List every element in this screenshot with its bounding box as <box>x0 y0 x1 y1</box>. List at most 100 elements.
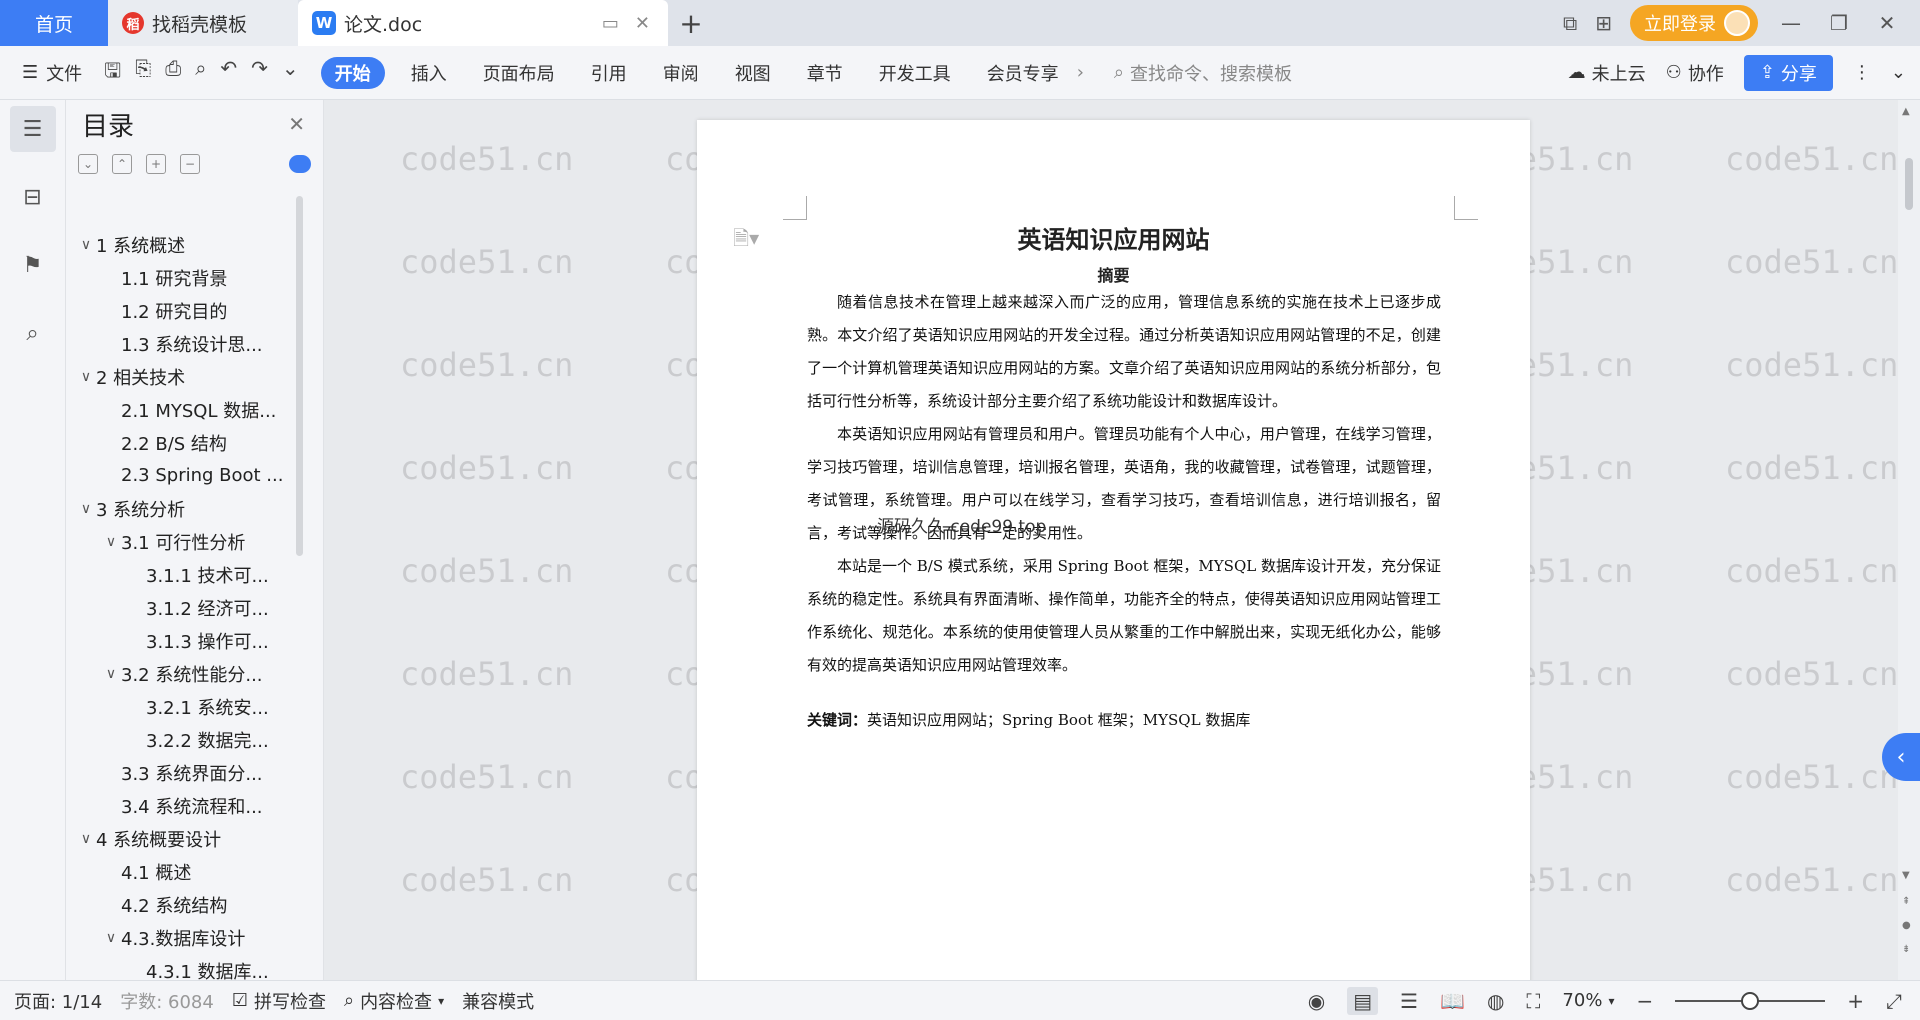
tab-document[interactable]: W 论文.doc ▭ ✕ <box>298 0 668 46</box>
prev-page-icon[interactable]: ⇞ <box>1902 896 1910 907</box>
toc-item[interactable]: ∨ 3 系统分析 <box>76 492 308 525</box>
zoom-slider[interactable] <box>1675 991 1826 1010</box>
file-menu-button[interactable]: ☰ 文件 <box>0 60 104 86</box>
toc-item[interactable]: ∨ 3.1 可行性分析 <box>76 525 308 558</box>
more-options-icon[interactable]: ⋮ <box>1853 62 1871 83</box>
layout-toggle-icon[interactable]: ⧉ <box>1563 11 1577 35</box>
select-browse-icon[interactable]: ● <box>1902 920 1911 931</box>
collaborate-button[interactable]: ⚇ 协作 <box>1666 60 1724 86</box>
tab-references[interactable]: 引用 <box>573 57 645 89</box>
restore-icon[interactable]: ❐ <box>1824 11 1854 35</box>
collapse-ribbon-icon[interactable]: ⌄ <box>1891 62 1906 83</box>
toc-item[interactable]: 2.1 MYSQL 数据... <box>76 393 308 426</box>
vertical-scrollbar[interactable]: ▲ ▼ ⇞ ● ⇟ <box>1898 100 1920 980</box>
page-view-icon[interactable]: ▤ <box>1347 986 1379 1015</box>
tab-chapter[interactable]: 章节 <box>789 57 861 89</box>
remove-heading-icon[interactable]: − <box>180 154 200 174</box>
chevron-down-icon[interactable]: ∨ <box>76 237 96 253</box>
tab-insert[interactable]: 插入 <box>393 57 465 89</box>
tab-template[interactable]: 稻 找稻壳模板 <box>108 0 298 46</box>
toc-item[interactable]: 3.1.2 经济可... <box>76 591 308 624</box>
zoom-level-dropdown[interactable]: 70% ▾ <box>1562 990 1614 1011</box>
login-button[interactable]: 立即登录 <box>1630 5 1758 41</box>
print-icon[interactable]: ⎙ <box>165 56 181 90</box>
add-heading-icon[interactable]: + <box>146 154 166 174</box>
fullscreen-icon[interactable]: ⤢ <box>1886 989 1902 1013</box>
apps-grid-icon[interactable]: ⊞ <box>1595 11 1612 35</box>
toc-item[interactable]: 2.2 B/S 结构 <box>76 426 308 459</box>
tab-home[interactable]: 首页 <box>0 0 108 46</box>
ai-assistant-icon[interactable] <box>289 155 311 173</box>
expand-all-icon[interactable]: ⌄ <box>78 154 98 174</box>
zoom-slider-handle[interactable] <box>1741 991 1760 1010</box>
next-page-icon[interactable]: ⇟ <box>1902 944 1910 955</box>
chevron-down-icon[interactable]: ⌄ <box>282 56 299 90</box>
toc-item[interactable]: ∨ 3.2 系统性能分... <box>76 657 308 690</box>
close-icon[interactable]: ✕ <box>288 112 305 136</box>
read-view-icon[interactable]: 📖 <box>1440 989 1465 1013</box>
toc-item[interactable]: 4.2 系统结构 <box>76 888 308 921</box>
chevron-down-icon[interactable]: ∨ <box>101 666 121 682</box>
new-tab-button[interactable]: + <box>668 0 714 46</box>
toc-item[interactable]: ∨ 2 相关技术 <box>76 360 308 393</box>
toc-item[interactable]: ∨ 4.3.数据库设计 <box>76 921 308 954</box>
toc-item[interactable]: 3.3 系统界面分... <box>76 756 308 789</box>
collapse-all-icon[interactable]: ⌃ <box>112 154 132 174</box>
document-page[interactable]: 🗎▾ 英语知识应用网站 摘要 随着信息技术在管理上越来越深入而广泛的应用，管理信… <box>697 120 1530 980</box>
close-tab-icon[interactable]: ✕ <box>631 13 654 34</box>
page-indicator[interactable]: 页面: 1/14 <box>14 988 102 1014</box>
tab-member[interactable]: 会员专享 <box>969 57 1077 89</box>
export-pdf-icon[interactable]: ⎘ <box>135 56 151 90</box>
toc-item[interactable]: 4.1 概述 <box>76 855 308 888</box>
tab-screen-icon[interactable]: ▭ <box>598 13 623 34</box>
outline-icon[interactable]: ☰ <box>9 106 56 152</box>
tab-developer[interactable]: 开发工具 <box>861 57 969 89</box>
bookmark-icon[interactable]: ⚑ <box>10 242 56 288</box>
toc-item[interactable]: 3.1.1 技术可... <box>76 558 308 591</box>
toc-item[interactable]: 2.3 Spring Boot ... <box>76 459 308 492</box>
toc-item[interactable]: 3.1.3 操作可... <box>76 624 308 657</box>
zoom-out-icon[interactable]: − <box>1636 989 1653 1013</box>
redo-icon[interactable]: ↷ <box>251 56 268 90</box>
tab-start[interactable]: 开始 <box>320 56 385 89</box>
undo-icon[interactable]: ↶ <box>220 56 237 90</box>
chevron-down-icon[interactable]: ∨ <box>76 501 96 517</box>
toc-item[interactable]: 3.2.2 数据完... <box>76 723 308 756</box>
toc-item[interactable]: ∨ 4 系统概要设计 <box>76 822 308 855</box>
save-icon[interactable]: 🖫 <box>104 56 121 90</box>
scroll-down-icon[interactable]: ▼ <box>1902 870 1910 881</box>
web-view-icon[interactable]: ◍ <box>1487 989 1504 1013</box>
tab-view[interactable]: 视图 <box>717 57 789 89</box>
spell-check-button[interactable]: ☑ 拼写检查 <box>232 988 326 1014</box>
close-window-icon[interactable]: ✕ <box>1872 11 1902 35</box>
scroll-thumb[interactable] <box>1905 158 1913 210</box>
toc-item[interactable]: ∨ 1 系统概述 <box>76 228 308 261</box>
find-icon[interactable]: ⌕ <box>10 310 56 356</box>
chevron-down-icon[interactable]: ∨ <box>101 534 121 550</box>
chevron-down-icon[interactable]: ∨ <box>101 930 121 946</box>
fit-page-icon[interactable]: ⛶ <box>1526 989 1540 1013</box>
scroll-up-icon[interactable]: ▲ <box>1902 106 1910 117</box>
toc-item[interactable]: 4.3.1 数据库... <box>76 954 308 981</box>
toc-item[interactable]: 1.1 研究背景 <box>76 261 308 294</box>
tab-page-layout[interactable]: 页面布局 <box>465 57 573 89</box>
toc-item[interactable]: 3.4 系统流程和... <box>76 789 308 822</box>
chapter-nav-icon[interactable]: ⊟ <box>10 174 56 220</box>
ribbon-more-icon[interactable]: › <box>1077 62 1084 83</box>
toc-item[interactable]: 3.2.1 系统安... <box>76 690 308 723</box>
chevron-down-icon[interactable]: ∨ <box>76 369 96 385</box>
print-preview-icon[interactable]: ⌕ <box>195 56 206 90</box>
toc-item[interactable]: 1.3 系统设计思... <box>76 327 308 360</box>
tab-review[interactable]: 审阅 <box>645 57 717 89</box>
minimize-icon[interactable]: — <box>1776 11 1806 35</box>
word-count[interactable]: 字数: 6084 <box>120 988 214 1014</box>
toc-scrollbar[interactable] <box>296 196 303 556</box>
share-button[interactable]: ⇪ 分享 <box>1743 54 1833 91</box>
content-check-button[interactable]: ⌕ 内容检查 ▾ <box>344 988 444 1014</box>
zoom-in-icon[interactable]: + <box>1847 989 1864 1013</box>
outline-view-icon[interactable]: ☰ <box>1400 989 1418 1013</box>
toc-item[interactable]: 1.2 研究目的 <box>76 294 308 327</box>
command-search[interactable]: ⌕ 查找命令、搜索模板 <box>1084 60 1292 86</box>
cloud-status-button[interactable]: ☁ 未上云 <box>1568 60 1646 86</box>
chevron-down-icon[interactable]: ∨ <box>76 831 96 847</box>
